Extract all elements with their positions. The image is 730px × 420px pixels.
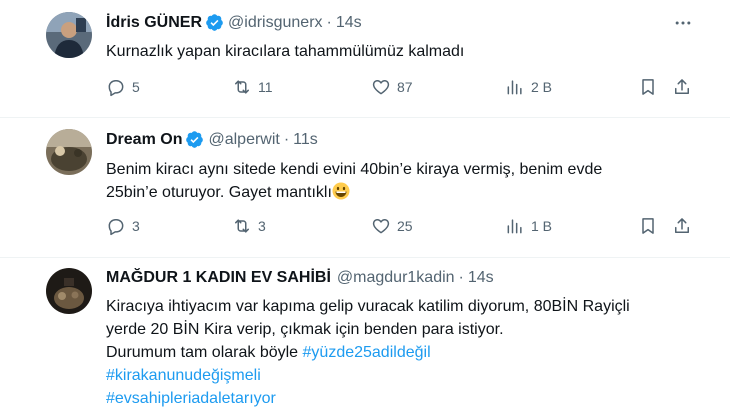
tweet-text: Benim kiracı aynı sitede kendi evini 40b… bbox=[106, 158, 706, 204]
retweet-count: 11 bbox=[258, 79, 273, 95]
hashtag-link[interactable]: #evsahipleriadaletarıyor bbox=[106, 390, 276, 407]
tweet-3[interactable]: MAĞDUR 1 KADIN EV SAHİBİ @magdur1kadin ·… bbox=[0, 258, 730, 420]
action-bar: 5 11 87 2 B bbox=[0, 77, 730, 101]
display-name[interactable]: Dream On bbox=[106, 131, 182, 149]
views-icon bbox=[507, 219, 522, 234]
views-count: 2 B bbox=[531, 79, 553, 95]
verified-badge-icon bbox=[205, 13, 224, 32]
like-button[interactable]: 25 bbox=[371, 216, 413, 236]
tweet-text: Kiracıya ihtiyacım var kapıma gelip vura… bbox=[106, 295, 706, 410]
tweet-text: Kurnazlık yapan kiracılara tahammülümüz … bbox=[106, 40, 706, 63]
views-button[interactable]: 2 B bbox=[505, 77, 552, 97]
avatar[interactable] bbox=[46, 268, 92, 314]
verified-badge-icon bbox=[185, 130, 204, 149]
views-button[interactable]: 1 B bbox=[505, 216, 552, 236]
reply-icon bbox=[108, 80, 124, 97]
tweet-text-line: 25bin’e oturuyor. Gayet mantıklı bbox=[106, 184, 332, 201]
timestamp[interactable]: 14s bbox=[336, 14, 362, 32]
heart-icon bbox=[372, 80, 390, 95]
avatar[interactable] bbox=[46, 129, 92, 175]
like-button[interactable]: 87 bbox=[371, 77, 413, 97]
share-button[interactable] bbox=[672, 77, 692, 97]
tweet-text-line: Kurnazlık yapan kiracılara tahammülümüz … bbox=[106, 43, 465, 60]
timestamp[interactable]: 14s bbox=[468, 269, 494, 287]
bookmark-button[interactable] bbox=[638, 77, 658, 97]
bookmark-icon bbox=[642, 218, 654, 234]
bookmark-button[interactable] bbox=[638, 216, 658, 236]
retweet-button[interactable]: 11 bbox=[232, 77, 273, 97]
share-icon bbox=[675, 79, 689, 94]
reply-button[interactable]: 5 bbox=[106, 77, 140, 97]
tweet-text-line: Benim kiracı aynı sitede kendi evini 40b… bbox=[106, 161, 603, 178]
hashtag-link[interactable]: #kirakanunudeğişmeli bbox=[106, 367, 261, 384]
grinning-face-emoji bbox=[332, 182, 350, 200]
avatar[interactable] bbox=[46, 12, 92, 58]
separator-dot: · bbox=[283, 130, 290, 148]
bookmark-icon bbox=[642, 79, 654, 95]
reply-count: 3 bbox=[132, 218, 140, 234]
handle[interactable]: @magdur1kadin bbox=[337, 269, 455, 287]
tweet-text-line: Kiracıya ihtiyacım var kapıma gelip vura… bbox=[106, 298, 630, 315]
handle[interactable]: @idrisgunerx bbox=[228, 14, 323, 32]
heart-icon bbox=[372, 219, 390, 234]
reply-count: 5 bbox=[132, 79, 140, 95]
like-count: 25 bbox=[397, 218, 413, 234]
retweet-button[interactable]: 3 bbox=[232, 216, 266, 236]
share-icon bbox=[675, 218, 689, 233]
tweet-text-line: yerde 20 BİN Kira verip, çıkmak için ben… bbox=[106, 321, 504, 338]
like-count: 87 bbox=[397, 79, 413, 95]
views-count: 1 B bbox=[531, 218, 553, 234]
display-name[interactable]: İdris GÜNER bbox=[106, 14, 202, 32]
separator-dot: · bbox=[326, 13, 332, 31]
reply-button[interactable]: 3 bbox=[106, 216, 140, 236]
share-button[interactable] bbox=[672, 216, 692, 236]
views-icon bbox=[507, 80, 522, 95]
avatar-image bbox=[46, 12, 92, 58]
handle[interactable]: @alperwit bbox=[208, 131, 279, 149]
retweet-icon bbox=[235, 80, 249, 94]
hashtag-link[interactable]: #yüzde25adildeğil bbox=[303, 344, 431, 361]
tweet-text-line: Durumum tam olarak böyle bbox=[106, 344, 303, 361]
separator-dot: · bbox=[458, 269, 464, 286]
retweet-icon bbox=[235, 219, 249, 233]
avatar-image bbox=[46, 268, 92, 314]
display-name[interactable]: MAĞDUR 1 KADIN EV SAHİBİ bbox=[106, 269, 331, 287]
action-bar: 3 3 25 1 B bbox=[0, 216, 730, 240]
timestamp[interactable]: 11s bbox=[293, 131, 318, 149]
tweet-1[interactable]: İdris GÜNER @idrisgunerx · 14s Kurnazlık… bbox=[0, 0, 730, 118]
tweet-2[interactable]: Dream On @alperwit · 11s Benim kiracı ay… bbox=[0, 118, 730, 258]
more-icon[interactable] bbox=[668, 13, 698, 33]
reply-icon bbox=[108, 219, 124, 236]
avatar-image bbox=[46, 129, 92, 175]
retweet-count: 3 bbox=[258, 218, 266, 234]
